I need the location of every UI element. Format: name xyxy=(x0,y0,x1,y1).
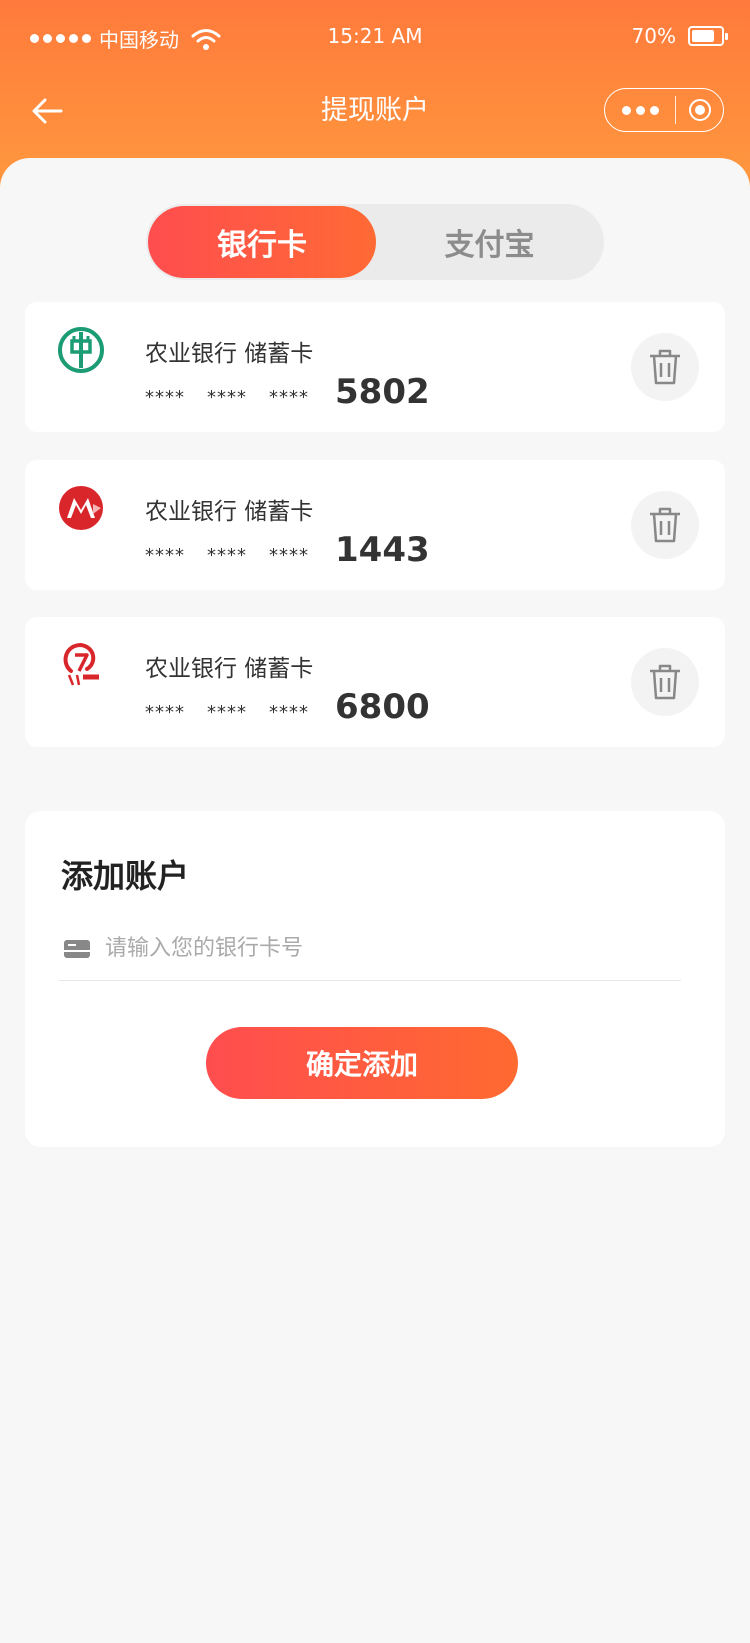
main-content: 银行卡 支付宝 农业银行 储蓄卡 **** **** **** 5802 农业银… xyxy=(0,158,750,1643)
battery-percent: 70% xyxy=(631,24,676,48)
mini-program-capsule xyxy=(604,88,724,132)
credit-card-icon xyxy=(64,939,90,958)
card-name: 农业银行 储蓄卡 xyxy=(145,499,314,525)
card-last4: 1443 xyxy=(335,530,430,570)
delete-card-button[interactable] xyxy=(631,491,699,559)
card-last4: 5802 xyxy=(335,372,430,412)
card-number-input-row xyxy=(59,917,681,981)
add-account-section: 添加账户 确定添加 xyxy=(25,811,725,1147)
trash-icon xyxy=(650,349,680,385)
status-bar: 中国移动 15:21 AM 70% xyxy=(0,0,750,76)
bank-card-item[interactable]: 农业银行 储蓄卡 **** **** **** 6800 xyxy=(25,617,725,747)
tab-alipay[interactable]: 支付宝 xyxy=(375,204,604,280)
nav-bar: 提现账户 xyxy=(0,76,750,148)
bank-card-item[interactable]: 农业银行 储蓄卡 **** **** **** 1443 xyxy=(25,460,725,590)
card-name: 农业银行 储蓄卡 xyxy=(145,341,314,367)
more-dots-icon[interactable] xyxy=(605,105,675,115)
confirm-add-button[interactable]: 确定添加 xyxy=(206,1027,518,1099)
card-name: 农业银行 储蓄卡 xyxy=(145,656,314,682)
card-mask: **** xyxy=(145,545,185,566)
card-number: **** **** **** 6800 xyxy=(145,687,430,727)
card-mask: **** xyxy=(207,702,247,723)
card-last4: 6800 xyxy=(335,687,430,727)
trash-icon xyxy=(650,507,680,543)
close-mini-program-button[interactable] xyxy=(676,99,723,121)
card-number-input[interactable] xyxy=(105,936,681,961)
delete-card-button[interactable] xyxy=(631,333,699,401)
card-mask: **** xyxy=(207,545,247,566)
card-mask: **** xyxy=(145,702,185,723)
trash-icon xyxy=(650,664,680,700)
card-mask: **** xyxy=(269,545,309,566)
battery-icon xyxy=(688,26,728,46)
card-mask: **** xyxy=(269,702,309,723)
bank-card-item[interactable]: 农业银行 储蓄卡 **** **** **** 5802 xyxy=(25,302,725,432)
delete-card-button[interactable] xyxy=(631,648,699,716)
cmb-bank-logo-icon xyxy=(59,486,103,530)
card-mask: **** xyxy=(207,387,247,408)
tab-bank-card[interactable]: 银行卡 xyxy=(148,206,376,278)
bank-swirl-logo-icon xyxy=(63,643,99,686)
tab-switch: 银行卡 支付宝 xyxy=(146,204,604,280)
card-number: **** **** **** 5802 xyxy=(145,372,430,412)
card-number: **** **** **** 1443 xyxy=(145,530,430,570)
add-account-title: 添加账户 xyxy=(61,857,190,895)
abc-bank-logo-icon xyxy=(58,327,104,373)
card-mask: **** xyxy=(269,387,309,408)
status-right: 70% xyxy=(631,24,728,48)
card-mask: **** xyxy=(145,387,185,408)
target-circle-icon xyxy=(688,99,711,121)
